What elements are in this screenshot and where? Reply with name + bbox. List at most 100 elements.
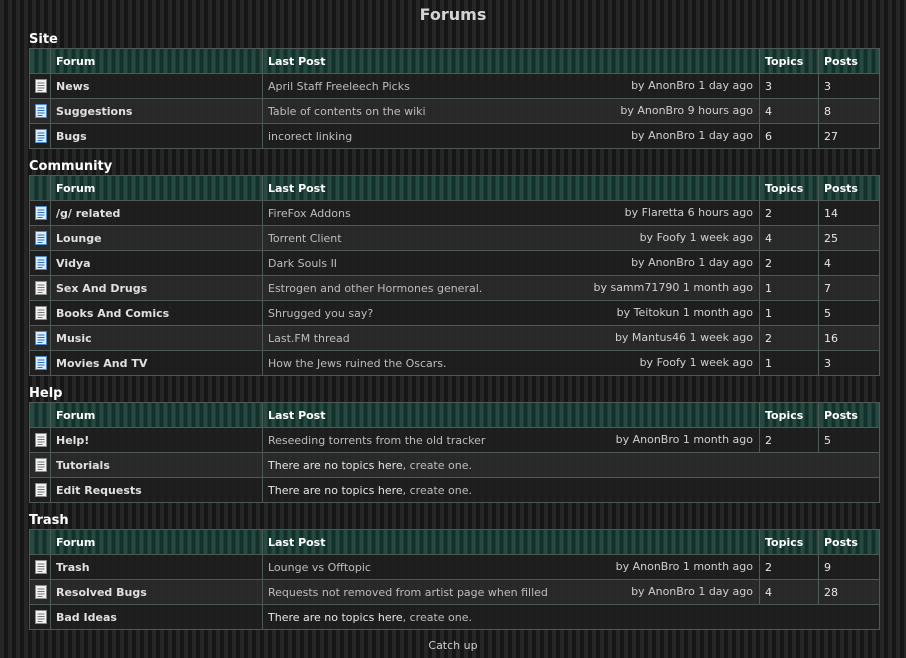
forum-link-sex-and-drugs[interactable]: Sex And Drugs xyxy=(56,282,147,295)
last-post-meta: by AnonBro 9 hours ago xyxy=(620,104,753,117)
forum-unread-icon xyxy=(35,331,47,345)
forum-row: Lounge Torrent Client by Foofy 1 week ago… xyxy=(29,225,880,251)
forum-read-icon xyxy=(35,281,47,295)
last-post-meta: by Mantus46 1 week ago xyxy=(614,331,753,344)
header-icon-cell xyxy=(29,175,51,201)
forum-read-icon xyxy=(35,79,47,93)
last-post-meta: by AnonBro 1 day ago xyxy=(631,256,753,269)
table-header-row: Forum Last Post Topics Posts xyxy=(29,48,880,74)
forum-link-trash[interactable]: Trash xyxy=(56,561,90,574)
forum-link-bad-ideas[interactable]: Bad Ideas xyxy=(56,611,117,624)
forum-link-help[interactable]: Help! xyxy=(56,434,89,447)
posts-count: 5 xyxy=(818,300,880,326)
header-topics: Topics xyxy=(759,48,819,74)
last-post-link[interactable]: Torrent Client xyxy=(268,232,342,245)
catch-up-link[interactable]: Catch up xyxy=(428,639,477,652)
forum-link-bugs[interactable]: Bugs xyxy=(56,130,87,143)
forum-link-g-related[interactable]: /g/ related xyxy=(56,207,120,220)
forum-link-books-and-comics[interactable]: Books And Comics xyxy=(56,307,169,320)
forum-row: Suggestions Table of contents on the wik… xyxy=(29,98,880,124)
last-post-link[interactable]: incorect linking xyxy=(268,130,352,143)
forum-link-news[interactable]: News xyxy=(56,80,89,93)
forum-unread-icon xyxy=(35,104,47,118)
forum-unread-icon xyxy=(35,129,47,143)
create-topic-link[interactable]: , create one. xyxy=(403,459,472,472)
topics-count: 2 xyxy=(759,554,819,580)
forum-unread-icon xyxy=(35,256,47,270)
forum-unread-icon xyxy=(35,206,47,220)
topics-count: 2 xyxy=(759,325,819,351)
posts-count: 28 xyxy=(818,579,880,605)
forum-link-resolved-bugs[interactable]: Resolved Bugs xyxy=(56,586,147,599)
last-post-link[interactable]: Estrogen and other Hormones general. xyxy=(268,282,482,295)
forum-link-edit-requests[interactable]: Edit Requests xyxy=(56,484,142,497)
forum-unread-icon xyxy=(35,356,47,370)
last-post-link[interactable]: Last.FM thread xyxy=(268,332,350,345)
header-forum: Forum xyxy=(50,175,263,201)
forum-link-music[interactable]: Music xyxy=(56,332,92,345)
forum-row: Tutorials There are no topics here, crea… xyxy=(29,452,880,478)
topics-count: 6 xyxy=(759,123,819,149)
last-post-link[interactable]: Table of contents on the wiki xyxy=(268,105,426,118)
last-post-link[interactable]: Dark Souls II xyxy=(268,257,337,270)
last-post-link[interactable]: Lounge vs Offtopic xyxy=(268,561,371,574)
forum-read-icon xyxy=(35,433,47,447)
forum-link-tutorials[interactable]: Tutorials xyxy=(56,459,110,472)
create-topic-link[interactable]: , create one. xyxy=(403,611,472,624)
section-trash: Trash Forum Last Post Topics Posts Trash… xyxy=(29,513,880,630)
catch-up-footer: Catch up xyxy=(0,639,906,652)
last-post-link[interactable]: Reseeding torrents from the old tracker xyxy=(268,434,485,447)
section-title: Site xyxy=(29,32,58,47)
forum-read-icon xyxy=(35,458,47,472)
header-forum: Forum xyxy=(50,48,263,74)
topics-count: 2 xyxy=(759,427,819,453)
section-title: Community xyxy=(29,159,113,174)
no-topics-text: There are no topics here xyxy=(268,458,403,472)
last-post-meta: by AnonBro 1 day ago xyxy=(631,79,753,92)
header-posts: Posts xyxy=(818,529,880,555)
section-title: Trash xyxy=(29,513,69,528)
page-title: Forums xyxy=(419,5,487,24)
last-post-meta: by Teitokun 1 month ago xyxy=(616,306,753,319)
header-topics: Topics xyxy=(759,529,819,555)
last-post-link[interactable]: Requests not removed from artist page wh… xyxy=(268,586,548,599)
last-post-meta: by AnonBro 1 month ago xyxy=(615,433,753,446)
header-last-post: Last Post xyxy=(262,529,760,555)
forum-row: Vidya Dark Souls II by AnonBro 1 day ago … xyxy=(29,250,880,276)
forum-link-suggestions[interactable]: Suggestions xyxy=(56,105,132,118)
forum-row: Help! Reseeding torrents from the old tr… xyxy=(29,427,880,453)
topics-count: 3 xyxy=(759,73,819,99)
no-topics-text: There are no topics here xyxy=(268,610,403,624)
header-topics: Topics xyxy=(759,175,819,201)
header-forum: Forum xyxy=(50,402,263,428)
forum-row: /g/ related FireFox Addons by Flaretta 6 … xyxy=(29,200,880,226)
last-post-link[interactable]: How the Jews ruined the Oscars. xyxy=(268,357,447,370)
forum-link-movies-and-tv[interactable]: Movies And TV xyxy=(56,357,147,370)
last-post-meta: by AnonBro 1 day ago xyxy=(631,129,753,142)
topics-count: 4 xyxy=(759,579,819,605)
forum-link-vidya[interactable]: Vidya xyxy=(56,257,91,270)
forum-read-icon xyxy=(35,610,47,624)
last-post-link[interactable]: Shrugged you say? xyxy=(268,307,373,320)
section-community: Community Forum Last Post Topics Posts /… xyxy=(29,159,880,376)
last-post-link[interactable]: FireFox Addons xyxy=(268,207,351,220)
header-last-post: Last Post xyxy=(262,402,760,428)
last-post-meta: by Flaretta 6 hours ago xyxy=(624,206,753,219)
header-forum: Forum xyxy=(50,529,263,555)
forum-read-icon xyxy=(35,483,47,497)
topics-count: 2 xyxy=(759,200,819,226)
forum-row: Resolved Bugs Requests not removed from … xyxy=(29,579,880,605)
last-post-meta: by samm71790 1 month ago xyxy=(593,281,753,294)
create-topic-link[interactable]: , create one. xyxy=(403,484,472,497)
topics-count: 2 xyxy=(759,250,819,276)
forum-table: Forum Last Post Topics Posts News April … xyxy=(29,48,880,149)
last-post-link[interactable]: April Staff Freeleech Picks xyxy=(268,80,410,93)
posts-count: 8 xyxy=(818,98,880,124)
header-last-post: Last Post xyxy=(262,48,760,74)
forum-row: Sex And Drugs Estrogen and other Hormone… xyxy=(29,275,880,301)
header-last-post: Last Post xyxy=(262,175,760,201)
posts-count: 3 xyxy=(818,350,880,376)
forum-read-icon xyxy=(35,585,47,599)
topics-count: 4 xyxy=(759,98,819,124)
forum-link-lounge[interactable]: Lounge xyxy=(56,232,102,245)
